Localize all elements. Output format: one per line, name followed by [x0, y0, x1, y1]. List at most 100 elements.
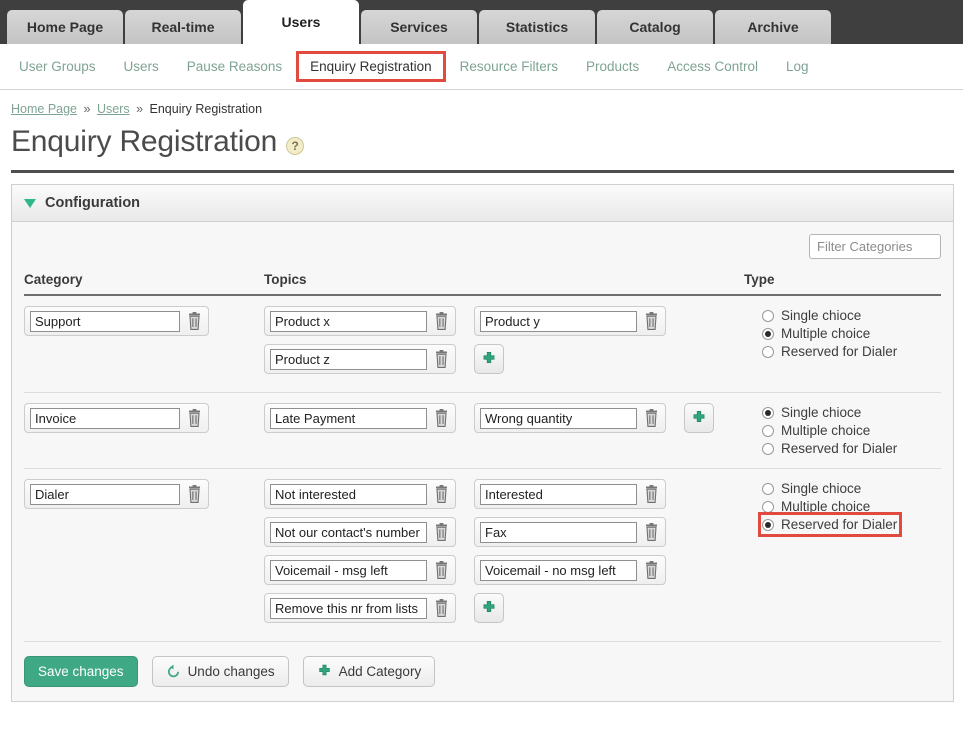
trash-icon[interactable] — [433, 408, 450, 428]
type-radio-option[interactable]: Single chioce — [762, 480, 941, 497]
topic-name-input[interactable] — [270, 310, 427, 332]
topic-name-input[interactable] — [480, 483, 637, 505]
type-radio-option[interactable]: Reserved for Dialer — [758, 512, 902, 537]
main-tab-label: Real-time — [151, 19, 215, 35]
topic-slot — [474, 517, 684, 555]
topic-name-input[interactable] — [270, 559, 427, 581]
add-topic-button[interactable] — [684, 403, 714, 433]
radio-button[interactable] — [762, 327, 774, 340]
undo-arrow-icon — [166, 664, 181, 679]
main-tab-statistics[interactable]: Statistics — [479, 10, 595, 44]
configuration-panel-header[interactable]: Configuration — [12, 185, 953, 222]
main-tab-users[interactable]: Users — [243, 0, 359, 44]
topic-slot — [264, 517, 474, 555]
topics-cell — [264, 403, 744, 441]
add-category-button[interactable]: Add Category — [302, 656, 436, 687]
trash-icon[interactable] — [643, 522, 660, 542]
type-radio-option[interactable]: Multiple choice — [762, 498, 941, 515]
trash-icon[interactable] — [433, 522, 450, 542]
filter-categories-input[interactable] — [809, 234, 941, 259]
topic-name-input[interactable] — [480, 521, 637, 543]
add-topic-button[interactable] — [474, 344, 504, 374]
topic-name-input[interactable] — [270, 483, 427, 505]
trash-icon[interactable] — [186, 408, 203, 428]
main-tab-label: Services — [390, 19, 448, 35]
triangle-down-icon[interactable] — [24, 198, 36, 208]
radio-button[interactable] — [762, 345, 774, 358]
type-radio-label: Single chioce — [781, 405, 862, 420]
trash-icon[interactable] — [433, 560, 450, 580]
type-radio-option[interactable]: Single chioce — [762, 307, 941, 324]
subnav-item-resource-filters[interactable]: Resource Filters — [449, 54, 569, 79]
trash-icon[interactable] — [643, 311, 660, 331]
trash-icon[interactable] — [643, 408, 660, 428]
main-tab-services[interactable]: Services — [361, 10, 477, 44]
main-tab-home-page[interactable]: Home Page — [7, 10, 123, 44]
topic-name-input[interactable] — [270, 407, 427, 429]
trash-icon[interactable] — [186, 484, 203, 504]
question-mark-icon[interactable]: ? — [286, 137, 305, 155]
subnav-item-products[interactable]: Products — [575, 54, 650, 79]
subnav-item-label: Enquiry Registration — [310, 59, 432, 74]
footer-actions: Save changes Undo changes Add Category — [12, 642, 953, 701]
type-radio-option[interactable]: Single chioce — [762, 404, 941, 421]
subnav-item-user-groups[interactable]: User Groups — [8, 54, 107, 79]
subnav-item-pause-reasons[interactable]: Pause Reasons — [176, 54, 293, 79]
topic-name-input[interactable] — [480, 407, 637, 429]
subnav-item-log[interactable]: Log — [775, 54, 820, 79]
breadcrumb-link-home-page[interactable]: Home Page — [11, 102, 77, 116]
topic-chip — [264, 593, 456, 623]
main-tab-archive[interactable]: Archive — [715, 10, 831, 44]
main-tab-real-time[interactable]: Real-time — [125, 10, 241, 44]
subnav-item-label: Access Control — [667, 59, 759, 74]
configuration-panel-body: Category Topics Type Single chioce Multip… — [12, 222, 953, 642]
radio-button[interactable] — [762, 518, 774, 531]
type-radio-option[interactable]: Multiple choice — [762, 325, 941, 342]
add-topic-button[interactable] — [474, 593, 504, 623]
radio-button[interactable] — [762, 500, 774, 513]
topics-cell — [264, 479, 744, 631]
topic-name-input[interactable] — [270, 597, 427, 619]
topics-cell — [264, 306, 744, 382]
trash-icon[interactable] — [643, 484, 660, 504]
radio-button[interactable] — [762, 482, 774, 495]
category-name-input[interactable] — [30, 310, 180, 332]
category-cell — [24, 403, 264, 441]
topic-name-input[interactable] — [480, 310, 637, 332]
trash-icon[interactable] — [433, 484, 450, 504]
subnav-item-enquiry-registration[interactable]: Enquiry Registration — [296, 51, 446, 82]
main-tab-catalog[interactable]: Catalog — [597, 10, 713, 44]
topic-slot — [474, 403, 684, 441]
type-radio-option[interactable]: Multiple choice — [762, 422, 941, 439]
radio-button[interactable] — [762, 442, 774, 455]
radio-button[interactable] — [762, 309, 774, 322]
topic-slot — [474, 555, 684, 593]
save-changes-button[interactable]: Save changes — [24, 656, 138, 687]
category-name-input[interactable] — [30, 407, 180, 429]
category-name-input[interactable] — [30, 483, 180, 505]
category-chip — [24, 479, 209, 509]
trash-icon[interactable] — [433, 311, 450, 331]
subnav-item-access-control[interactable]: Access Control — [656, 54, 769, 79]
breadcrumb-link-users[interactable]: Users — [97, 102, 130, 116]
trash-icon[interactable] — [433, 598, 450, 618]
column-header-category: Category — [24, 272, 83, 287]
topic-name-input[interactable] — [480, 559, 637, 581]
topic-name-input[interactable] — [270, 521, 427, 543]
type-radio-label: Reserved for Dialer — [781, 441, 898, 456]
type-radio-label: Reserved for Dialer — [781, 517, 898, 532]
type-radio-option[interactable]: Reserved for Dialer — [762, 440, 941, 457]
trash-icon[interactable] — [186, 311, 203, 331]
undo-changes-button[interactable]: Undo changes — [151, 656, 289, 687]
trash-icon[interactable] — [433, 349, 450, 369]
sub-navigation-bar: User Groups Users Pause Reasons Enquiry Reg… — [0, 44, 963, 90]
subnav-item-users[interactable]: Users — [113, 54, 170, 79]
topic-name-input[interactable] — [270, 348, 427, 370]
trash-icon[interactable] — [643, 560, 660, 580]
radio-button[interactable] — [762, 406, 774, 419]
category-rows-container: Single chioce Multiple choice Reserved for… — [24, 296, 941, 642]
type-radio-option[interactable]: Reserved for Dialer — [762, 343, 941, 360]
radio-button[interactable] — [762, 424, 774, 437]
topic-slot — [474, 479, 684, 517]
type-radio-label: Single chioce — [781, 481, 862, 496]
